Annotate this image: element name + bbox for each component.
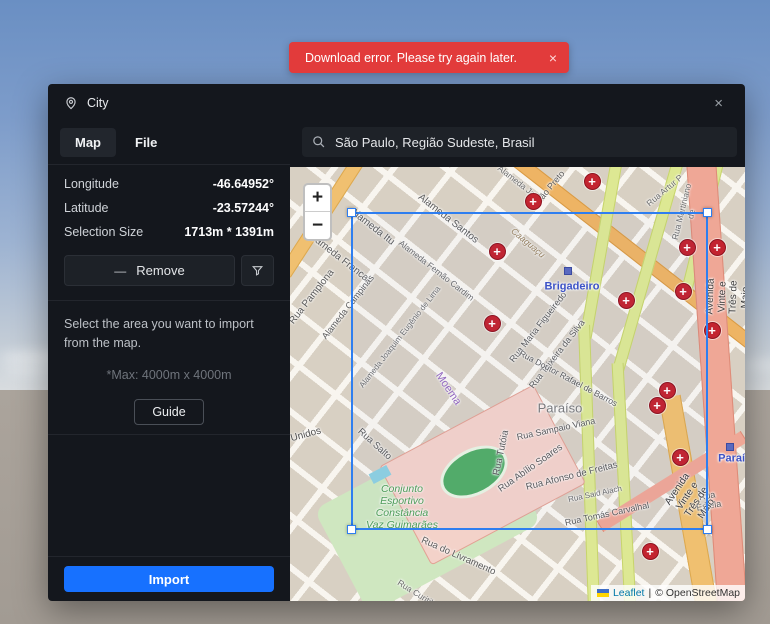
tab-map[interactable]: Map bbox=[60, 128, 116, 157]
map-zoom-control: + − bbox=[303, 183, 332, 241]
remove-selection-button[interactable]: — Remove bbox=[64, 255, 235, 286]
left-panel: Map File Longitude -46.64952° Latitude -… bbox=[48, 122, 290, 601]
toast-message: Download error. Please try again later. bbox=[305, 51, 539, 65]
dialog-title: City bbox=[87, 96, 706, 110]
max-size-note: *Max: 4000m x 4000m bbox=[64, 368, 274, 382]
selection-size-value: 1713m * 1391m bbox=[184, 225, 274, 239]
latitude-label: Latitude bbox=[64, 201, 108, 215]
longitude-label: Longitude bbox=[64, 177, 119, 191]
cloud bbox=[742, 360, 770, 370]
metro-station-icon bbox=[726, 443, 734, 451]
instruction-section: Select the area you want to import from … bbox=[48, 301, 290, 434]
selection-size-row: Selection Size 1713m * 1391m bbox=[64, 225, 274, 239]
search-icon bbox=[312, 135, 326, 149]
map-attribution: Leaflet | © OpenStreetMap bbox=[591, 585, 745, 601]
selection-size-label: Selection Size bbox=[64, 225, 143, 239]
location-pin-icon bbox=[64, 96, 78, 110]
toast-close-icon[interactable]: × bbox=[539, 50, 557, 66]
longitude-row: Longitude -46.64952° bbox=[64, 177, 274, 191]
osm-attribution[interactable]: © OpenStreetMap bbox=[655, 587, 740, 599]
zoom-in-button[interactable]: + bbox=[305, 185, 330, 212]
latitude-value: -23.57244° bbox=[213, 201, 274, 215]
city-import-dialog: City × Map File Longitude -46.64952° Lat… bbox=[48, 84, 745, 601]
latitude-row: Latitude -23.57244° bbox=[64, 201, 274, 215]
selection-handle-bottom-left[interactable] bbox=[347, 525, 356, 534]
cloud bbox=[4, 366, 54, 376]
hospital-marker-icon[interactable]: + bbox=[525, 193, 542, 210]
map-selection[interactable] bbox=[351, 212, 708, 530]
filter-button[interactable] bbox=[241, 255, 274, 286]
minus-icon: — bbox=[114, 264, 126, 278]
hospital-marker-icon[interactable]: + bbox=[584, 173, 601, 190]
search-value: São Paulo, Região Sudeste, Brasil bbox=[335, 135, 534, 150]
search-row: São Paulo, Região Sudeste, Brasil bbox=[290, 122, 745, 167]
search-input[interactable]: São Paulo, Região Sudeste, Brasil bbox=[302, 127, 737, 157]
remove-button-label: Remove bbox=[136, 263, 184, 278]
panel-spacer bbox=[48, 434, 290, 556]
leaflet-link[interactable]: Leaflet bbox=[613, 587, 645, 599]
longitude-value: -46.64952° bbox=[213, 177, 274, 191]
selection-handle-top-right[interactable] bbox=[703, 208, 712, 217]
guide-button[interactable]: Guide bbox=[134, 399, 203, 425]
hospital-marker-icon[interactable]: + bbox=[642, 543, 659, 560]
tab-bar: Map File bbox=[48, 122, 290, 164]
error-toast: Download error. Please try again later. … bbox=[289, 42, 569, 73]
selection-handle-top-left[interactable] bbox=[347, 208, 356, 217]
dialog-header: City × bbox=[48, 84, 745, 122]
coordinate-fields: Longitude -46.64952° Latitude -23.57244°… bbox=[48, 165, 290, 253]
hospital-marker-icon[interactable]: + bbox=[709, 239, 726, 256]
selection-handle-bottom-right[interactable] bbox=[703, 525, 712, 534]
dialog-footer: Import bbox=[48, 556, 290, 601]
map-column: São Paulo, Região Sudeste, Brasil bbox=[290, 122, 745, 601]
ukraine-flag-icon bbox=[597, 589, 609, 597]
import-button[interactable]: Import bbox=[64, 566, 274, 592]
map-canvas[interactable]: Alameda JaúAlameda SantosAlameda ItuAlam… bbox=[290, 167, 745, 601]
instruction-text: Select the area you want to import from … bbox=[64, 315, 274, 354]
zoom-out-button[interactable]: − bbox=[305, 212, 330, 239]
funnel-icon bbox=[251, 264, 264, 277]
dialog-close-icon[interactable]: × bbox=[706, 93, 731, 114]
attribution-separator: | bbox=[648, 587, 651, 599]
tab-file[interactable]: File bbox=[120, 128, 172, 157]
app-window: Download error. Please try again later. … bbox=[0, 0, 770, 624]
